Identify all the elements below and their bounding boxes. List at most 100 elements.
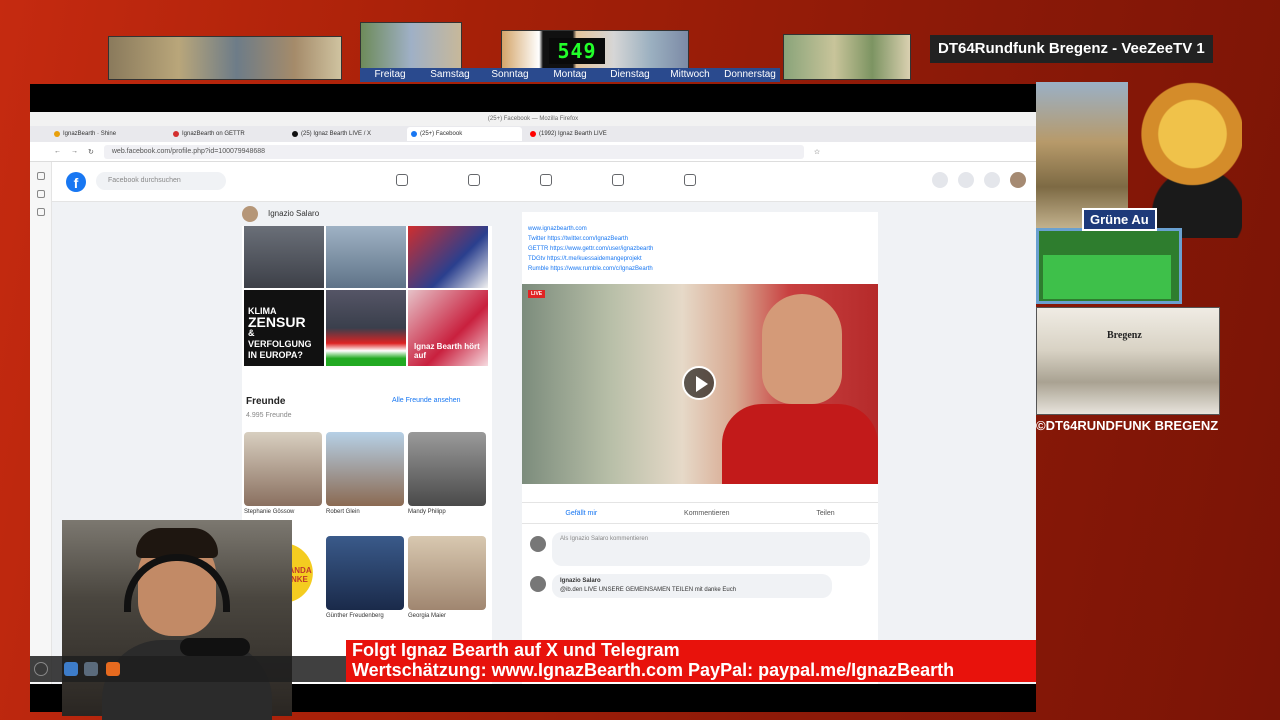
start-menu-icon[interactable] — [34, 662, 48, 676]
notifications-icon[interactable] — [984, 172, 1000, 188]
friend-name[interactable]: Günther Freudenberg — [326, 610, 404, 636]
copyright-label: ©DT64RUNDFUNK BREGENZ — [1036, 418, 1219, 433]
post-link[interactable]: Twitter https://twitter.com/IgnazBearth — [528, 234, 653, 244]
tab-youtube[interactable]: (1992) Ignaz Bearth LIVE — [526, 127, 641, 141]
facebook-search-input[interactable]: Facebook durchsuchen — [96, 172, 226, 190]
photo-tile-pink[interactable]: Ignaz Bearth hört auf — [408, 290, 488, 366]
ticker-banner: Folgt Ignaz Bearth auf X und Telegram We… — [346, 640, 1036, 682]
profile-header: Ignazio Salaro — [242, 202, 492, 226]
play-icon[interactable] — [682, 366, 716, 400]
friend-card[interactable]: Georgia Maier — [408, 536, 486, 636]
post-link[interactable]: TDGtv https://t.me/kuessaidemangeprojekt — [528, 254, 653, 264]
friend-photo[interactable] — [408, 432, 486, 506]
banner-line-1: Folgt Ignaz Bearth auf X und Telegram — [352, 640, 680, 660]
friend-name[interactable]: Georgia Maier — [408, 610, 486, 636]
counter-display: 549 — [549, 38, 605, 64]
zensur-line2: & VERFOLGUNG IN EUROPA? — [248, 328, 312, 360]
post-links: www.ignazbearth.com Twitter https://twit… — [528, 224, 653, 274]
tab-label: IgnazBearth on GETTR — [182, 131, 245, 137]
profile-avatar[interactable] — [242, 206, 258, 222]
channel-title: DT64Rundfunk Bregenz - VeeZeeTV 1 — [930, 35, 1213, 63]
friend-photo[interactable] — [244, 432, 322, 506]
tab-x[interactable]: (25) Ignaz Bearth LIVE / X — [288, 127, 403, 141]
gruene-au-label: Grüne Au — [1082, 208, 1157, 231]
comment-button[interactable]: Kommentieren — [684, 503, 730, 523]
account-avatar[interactable] — [1010, 172, 1026, 188]
share-button[interactable]: Teilen — [816, 503, 834, 523]
facebook-navbar: f Facebook durchsuchen — [52, 162, 1036, 202]
green-box-inner — [1043, 255, 1171, 299]
settings-icon[interactable] — [84, 662, 98, 676]
post-link[interactable]: www.ignazbearth.com — [528, 224, 653, 234]
bookmark-star-icon[interactable]: ☆ — [814, 148, 820, 156]
comment-item: Ignazio Salaro @ib.den LIVE UNSERE GEMEI… — [552, 574, 832, 598]
post-video[interactable]: LIVE — [522, 284, 878, 484]
os-taskbar — [30, 656, 346, 682]
thumbnail-images-left — [108, 36, 342, 80]
back-icon[interactable]: ← — [54, 148, 61, 155]
gaming-icon[interactable] — [684, 174, 696, 186]
file-manager-icon[interactable] — [64, 662, 78, 676]
friend-photo[interactable] — [326, 432, 404, 506]
friend-photo[interactable] — [408, 536, 486, 610]
post-card: www.ignazbearth.com Twitter https://twit… — [522, 212, 878, 684]
photo-tile[interactable] — [326, 226, 406, 288]
video-figure-shirt — [722, 404, 878, 484]
webcam-overlay — [62, 520, 292, 720]
see-all-friends-link[interactable]: Alle Freunde ansehen — [392, 397, 461, 404]
tab-label: (25) Ignaz Bearth LIVE / X — [301, 131, 372, 137]
sidebar-bookmarks-icon[interactable] — [36, 190, 45, 198]
friends-title: Freunde — [246, 396, 286, 407]
comment-text: @ib.den LIVE UNSERE GEMEINSAMEN TEILEN m… — [560, 587, 737, 593]
bregenz-engraving: Bregenz — [1036, 307, 1220, 415]
friend-card[interactable]: Stephanie Gössow — [244, 432, 322, 532]
firefox-icon[interactable] — [106, 662, 120, 676]
weekday-label: Samstag — [430, 69, 470, 80]
messenger-icon[interactable] — [958, 172, 974, 188]
post-link[interactable]: GETTR https://www.gettr.com/user/ignazbe… — [528, 244, 653, 254]
photo-tile[interactable] — [408, 226, 488, 288]
bregenz-label: Bregenz — [1107, 330, 1142, 341]
menu-grid-icon[interactable] — [932, 172, 948, 188]
url-input[interactable]: web.facebook.com/profile.php?id=10007994… — [103, 144, 804, 159]
video-figure-face — [762, 294, 842, 404]
top-thumbnail-strip: 549 Freitag Samstag Sonntag Montag Diens… — [108, 22, 914, 82]
friend-name[interactable]: Robert Glein — [326, 506, 404, 532]
banner-line-2: Wertschätzung: www.IgnazBearth.com PayPa… — [352, 660, 955, 680]
comment-author[interactable]: Ignazio Salaro — [560, 577, 824, 586]
comment-author-avatar[interactable] — [530, 576, 546, 592]
thumbnail-image-center — [360, 22, 462, 70]
marketplace-icon[interactable] — [540, 174, 552, 186]
tab-shine[interactable]: IgnazBearth · Shine — [50, 127, 165, 141]
profile-name[interactable]: Ignazio Salaro — [268, 209, 319, 218]
x-icon — [292, 131, 298, 137]
reload-icon[interactable]: ↻ — [88, 148, 94, 156]
forward-icon[interactable]: → — [71, 148, 78, 155]
comment-input[interactable]: Als Ignazio Salaro kommentieren — [552, 532, 870, 566]
post-link[interactable]: Rumble https://www.rumble.com/c/IgnazBea… — [528, 264, 653, 274]
thumbnail-image-far-right — [783, 34, 911, 80]
friend-photo[interactable] — [326, 536, 404, 610]
sidebar-settings-icon[interactable] — [36, 208, 45, 216]
tab-gettr[interactable]: IgnazBearth on GETTR — [169, 127, 284, 141]
photo-tile[interactable] — [244, 226, 324, 288]
sidebar-history-icon[interactable] — [36, 172, 45, 180]
home-icon[interactable] — [396, 174, 408, 186]
video-icon[interactable] — [468, 174, 480, 186]
photo-tile[interactable] — [326, 290, 406, 366]
microphone-icon — [180, 638, 250, 656]
friend-card[interactable]: Mandy Philipp — [408, 432, 486, 532]
zensur-title: ZENSUR — [248, 314, 306, 330]
friend-card[interactable]: Günther Freudenberg — [326, 536, 404, 636]
facebook-icon — [411, 131, 417, 137]
shine-icon — [54, 131, 60, 137]
friend-card[interactable]: Robert Glein — [326, 432, 404, 532]
facebook-logo-icon[interactable]: f — [66, 172, 86, 192]
friend-name[interactable]: Mandy Philipp — [408, 506, 486, 532]
photo-tile-zensur[interactable]: KLIMA ZENSUR & VERFOLGUNG IN EUROPA? — [244, 290, 324, 366]
groups-icon[interactable] — [612, 174, 624, 186]
tab-bar: IgnazBearth · Shine IgnazBearth on GETTR… — [30, 126, 1036, 142]
tab-facebook[interactable]: (25+) Facebook — [407, 127, 522, 141]
like-button[interactable]: Gefällt mir — [565, 503, 597, 523]
gettr-icon — [173, 131, 179, 137]
